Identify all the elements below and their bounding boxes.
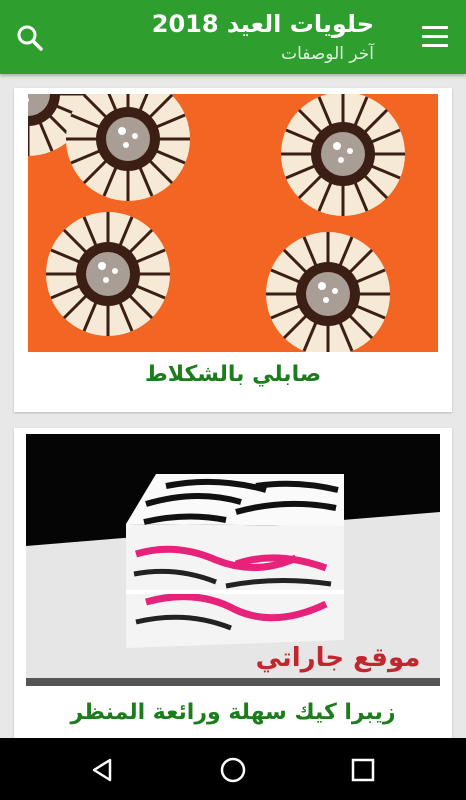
app-bar: حلويات العيد 2018 آخر الوصفات <box>0 0 466 74</box>
system-nav-bar <box>0 738 466 800</box>
watermark-logo: موقع جاراتي <box>256 643 421 673</box>
recipe-image[interactable] <box>28 94 438 352</box>
hamburger-menu-icon[interactable] <box>422 26 448 48</box>
recent-apps-square-icon[interactable] <box>349 756 377 784</box>
recipe-card[interactable]: صابلي بالشكلاط <box>14 88 452 412</box>
search-icon[interactable] <box>14 22 46 54</box>
recipe-title[interactable]: زيبرا كيك سهلة ورائعة المنظر <box>14 700 452 725</box>
recipe-card[interactable]: موقع جاراتي زيبرا كيك سهلة ورائعة المنظر <box>14 428 452 758</box>
recipe-title[interactable]: صابلي بالشكلاط <box>14 362 452 387</box>
back-triangle-icon[interactable] <box>88 756 116 784</box>
app-title: حلويات العيد 2018 <box>151 10 374 38</box>
app-subtitle: آخر الوصفات <box>281 44 374 64</box>
recipe-image[interactable]: موقع جاراتي <box>26 434 440 686</box>
home-circle-icon[interactable] <box>219 756 247 784</box>
